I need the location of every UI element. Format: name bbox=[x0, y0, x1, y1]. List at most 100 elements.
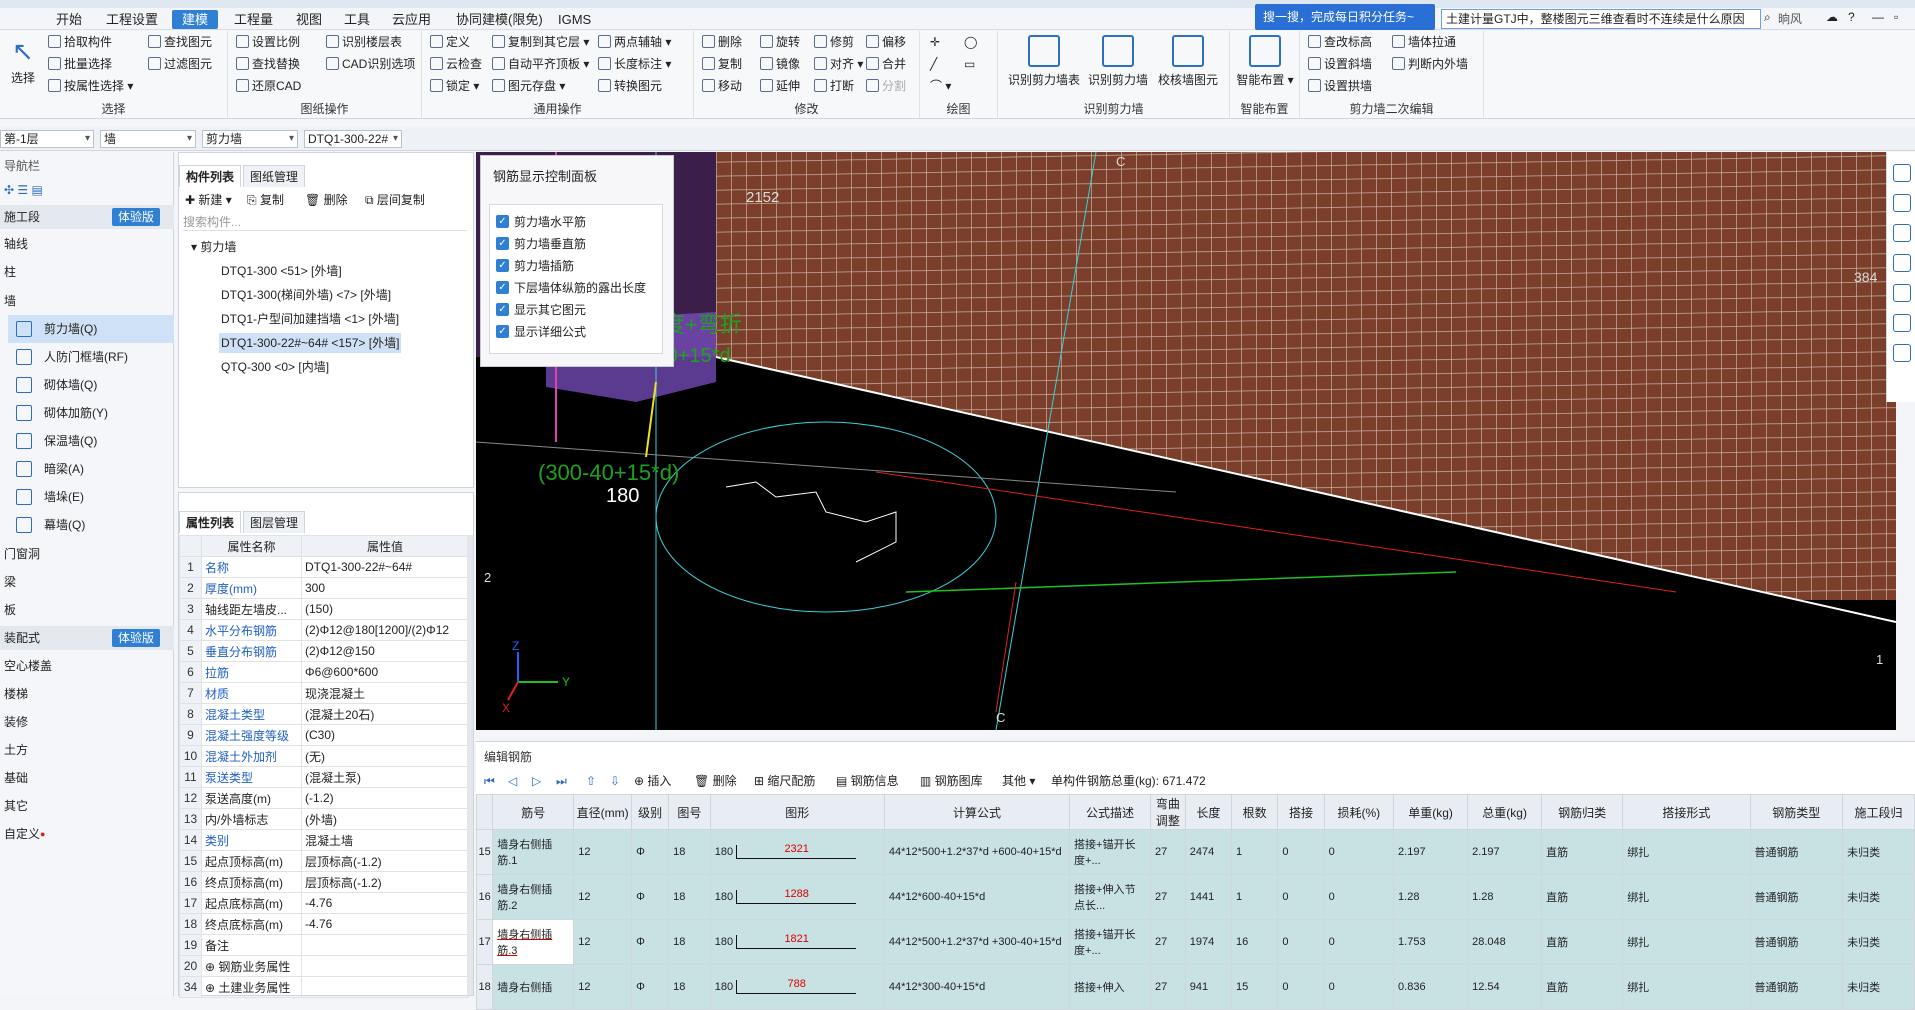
property-value[interactable]: Φ6@600*600 bbox=[301, 661, 469, 683]
rebar-cell-loss[interactable]: 0 bbox=[1323, 874, 1395, 920]
property-value[interactable] bbox=[301, 976, 469, 998]
column-header[interactable]: 损耗(%) bbox=[1323, 794, 1395, 830]
rebar-cell-lap[interactable]: 0 bbox=[1277, 829, 1325, 875]
rebar-cell-total[interactable]: 1.28 bbox=[1467, 874, 1543, 920]
property-value[interactable]: -4.76 bbox=[301, 892, 469, 914]
cad-options-button[interactable]: CAD识别选项 bbox=[326, 55, 415, 73]
scale-rebar-button[interactable]: ⊞ 缩尺配筋 bbox=[754, 772, 815, 790]
property-value[interactable]: (C30) bbox=[301, 724, 469, 746]
menu-view[interactable]: 视图 bbox=[286, 10, 332, 29]
property-row[interactable]: 4 水平分布钢筋 (2)Φ12@180[1200]/(2)Φ12 bbox=[179, 619, 469, 641]
copy-component-button[interactable]: ⎘ 复制 bbox=[247, 191, 284, 209]
line-draw-icon[interactable]: ╱ bbox=[930, 55, 937, 73]
rebar-cell-lap[interactable]: 0 bbox=[1277, 919, 1325, 965]
tree-item[interactable]: DTQ1-300 <51> [外墙] bbox=[219, 261, 344, 281]
tab-component-list[interactable]: 构件列表 bbox=[179, 165, 242, 187]
select-by-attr-button[interactable]: 按属性选择 ▾ bbox=[48, 77, 133, 95]
rebar-cell-total[interactable]: 12.54 bbox=[1467, 964, 1543, 1010]
property-row[interactable]: 7 材质 现浇混凝土 bbox=[179, 682, 469, 704]
property-row[interactable]: 20 ⊕ 钢筋业务属性 bbox=[179, 955, 469, 977]
rebar-shape-cell[interactable]: 180 788 bbox=[709, 964, 885, 1010]
delete-component-button[interactable]: 🗑 删除 bbox=[305, 191, 348, 209]
property-value[interactable]: (-1.2) bbox=[301, 787, 469, 809]
nav-item-civil-defense[interactable]: 人防门框墙(RF) bbox=[8, 343, 174, 371]
check-wall-button[interactable]: 校核墙图元 bbox=[1154, 33, 1222, 88]
tree-item-selected[interactable]: DTQ1-300-22#~64# <157> [外墙] bbox=[219, 333, 402, 353]
property-row[interactable]: 3 轴线距左墙皮... (150) bbox=[179, 598, 469, 620]
split-button[interactable]: 分割 bbox=[866, 77, 906, 95]
copy-to-layer-button[interactable]: 复制到其它层 ▾ bbox=[492, 33, 589, 51]
rebar-shape-cell[interactable]: 180 1288 bbox=[709, 874, 885, 920]
column-header[interactable]: 直径(mm) bbox=[573, 794, 633, 830]
rebar-cell-lapt[interactable]: 绑扎 bbox=[1622, 919, 1751, 965]
rebar-info-button[interactable]: ▤ 钢筋信息 bbox=[836, 772, 899, 790]
fullscreen-icon[interactable] bbox=[1893, 284, 1911, 302]
rect-draw-icon[interactable]: ▭ bbox=[964, 55, 975, 73]
rebar-formula-cell[interactable]: 44*12*500+1.2*37*d +600-40+15*d bbox=[883, 829, 1071, 875]
rebar-desc-cell[interactable]: 搭接+锚开长度+... bbox=[1069, 919, 1152, 965]
component-search-input[interactable]: 搜索构件... bbox=[183, 213, 467, 231]
filter-element-button[interactable]: 过滤图元 bbox=[148, 55, 212, 73]
tab-drawing-manage[interactable]: 图纸管理 bbox=[243, 165, 306, 187]
column-header[interactable]: 筋号 bbox=[492, 794, 575, 830]
rebar-row[interactable]: 18 墙身右侧插 12 Φ 18 180 788 44*12*300-40+15*d 搭接+伸… bbox=[475, 964, 1915, 1010]
rebar-cell-cls[interactable]: 直筋 bbox=[1541, 829, 1624, 875]
wall-extend-button[interactable]: 墙体拉通 bbox=[1392, 33, 1456, 51]
move-button[interactable]: 移动 bbox=[702, 77, 742, 95]
nav-row-stairs[interactable]: 楼梯 bbox=[0, 682, 174, 706]
rebar-cell-cnt[interactable]: 16 bbox=[1231, 919, 1279, 965]
rebar-cell-type[interactable]: 普通钢筋 bbox=[1749, 919, 1844, 965]
rebar-cell-fig[interactable]: 18 bbox=[668, 964, 711, 1010]
rebar-cell-cls[interactable]: 直筋 bbox=[1541, 919, 1624, 965]
rebar-cell-cls[interactable]: 直筋 bbox=[1541, 874, 1624, 920]
rebar-cell-lap[interactable]: 0 bbox=[1277, 874, 1325, 920]
minimize-icon[interactable]: — bbox=[1872, 10, 1884, 24]
rebar-cell-grade[interactable]: Φ bbox=[631, 919, 670, 965]
tree-item[interactable]: DTQ1-户型间加建挡墙 <1> [外墙] bbox=[219, 309, 401, 329]
column-header[interactable]: 图号 bbox=[668, 794, 711, 830]
rebar-cell-grade[interactable]: Φ bbox=[631, 829, 670, 875]
nav-item-masonry[interactable]: 砌体墙(Q) bbox=[8, 371, 174, 399]
tree-item[interactable]: DTQ1-300(梯间外墙) <7> [外墙] bbox=[219, 285, 393, 305]
chat-icon[interactable]: ☁ bbox=[1826, 10, 1838, 24]
column-header[interactable]: 总重(kg) bbox=[1467, 794, 1543, 830]
property-value[interactable]: -4.76 bbox=[301, 913, 469, 935]
rebar-cell-d[interactable]: 12 bbox=[573, 964, 633, 1010]
property-value[interactable]: (2)Φ12@150 bbox=[301, 640, 469, 662]
tab-property-list[interactable]: 属性列表 bbox=[179, 511, 242, 533]
nav-row-wall[interactable]: 墙 bbox=[0, 289, 174, 313]
rebar-desc-cell[interactable]: 搭接+伸入节点长... bbox=[1069, 874, 1152, 920]
rebar-cell-seg[interactable]: 未归类 bbox=[1842, 874, 1915, 920]
rebar-formula-cell[interactable]: 44*12*300-40+15*d bbox=[883, 964, 1071, 1010]
rebar-cell-bend[interactable]: 27 bbox=[1150, 829, 1186, 875]
rebar-cell-total[interactable]: 2.197 bbox=[1467, 829, 1543, 875]
nav-toolbar[interactable]: ✣ ☰ ▤ bbox=[0, 178, 174, 202]
rebar-row[interactable]: 16 墙身右侧插筋.2 12 Φ 18 180 1288 44*12*600-40+15*d… bbox=[475, 874, 1915, 920]
nav-item-masonry-rebar[interactable]: 砌体加筋(Y) bbox=[8, 399, 174, 427]
property-value[interactable]: 层顶标高(-1.2) bbox=[301, 850, 469, 872]
column-header[interactable]: 搭接 bbox=[1277, 794, 1325, 830]
rebar-cell-seg[interactable]: 未归类 bbox=[1842, 919, 1915, 965]
property-row[interactable]: 18 终点底标高(m) -4.76 bbox=[179, 913, 469, 935]
opt-show-others[interactable]: ✓ 显示其它图元 bbox=[496, 301, 586, 319]
rebar-cell-type[interactable]: 普通钢筋 bbox=[1749, 874, 1844, 920]
offset-button[interactable]: 偏移 bbox=[866, 33, 906, 51]
property-row[interactable]: 1 名称 DTQ1-300-22#~64# bbox=[179, 556, 469, 578]
last-record-icon[interactable]: ⏭ bbox=[556, 772, 567, 790]
nav-row-beam[interactable]: 梁 bbox=[0, 570, 174, 594]
nav-item-hidden-beam[interactable]: 暗梁(A) bbox=[8, 455, 174, 483]
property-value[interactable]: (混凝土20石) bbox=[301, 703, 469, 725]
property-scrollbar[interactable] bbox=[467, 535, 473, 995]
rebar-cell-lapt[interactable]: 绑扎 bbox=[1622, 874, 1751, 920]
property-row[interactable]: 10 混凝土外加剂 (无) bbox=[179, 745, 469, 767]
opt-show-formula[interactable]: ✓ 显示详细公式 bbox=[496, 323, 586, 341]
property-value[interactable]: DTQ1-300-22#~64# bbox=[301, 556, 469, 578]
opt-vertical-rebar[interactable]: ✓ 剪力墙垂直筋 bbox=[496, 235, 586, 253]
align-button[interactable]: 对齐 ▾ bbox=[814, 55, 863, 73]
menu-cloud[interactable]: 云应用 bbox=[382, 10, 441, 29]
rebar-cell-lapt[interactable]: 绑扎 bbox=[1622, 829, 1751, 875]
rebar-name-cell[interactable]: 墙身右侧插筋.1 bbox=[492, 829, 575, 875]
rebar-cell-grade[interactable]: Φ bbox=[631, 874, 670, 920]
user-name[interactable]: 晌风 bbox=[1778, 10, 1802, 27]
rebar-cell-lap[interactable]: 0 bbox=[1277, 964, 1325, 1010]
